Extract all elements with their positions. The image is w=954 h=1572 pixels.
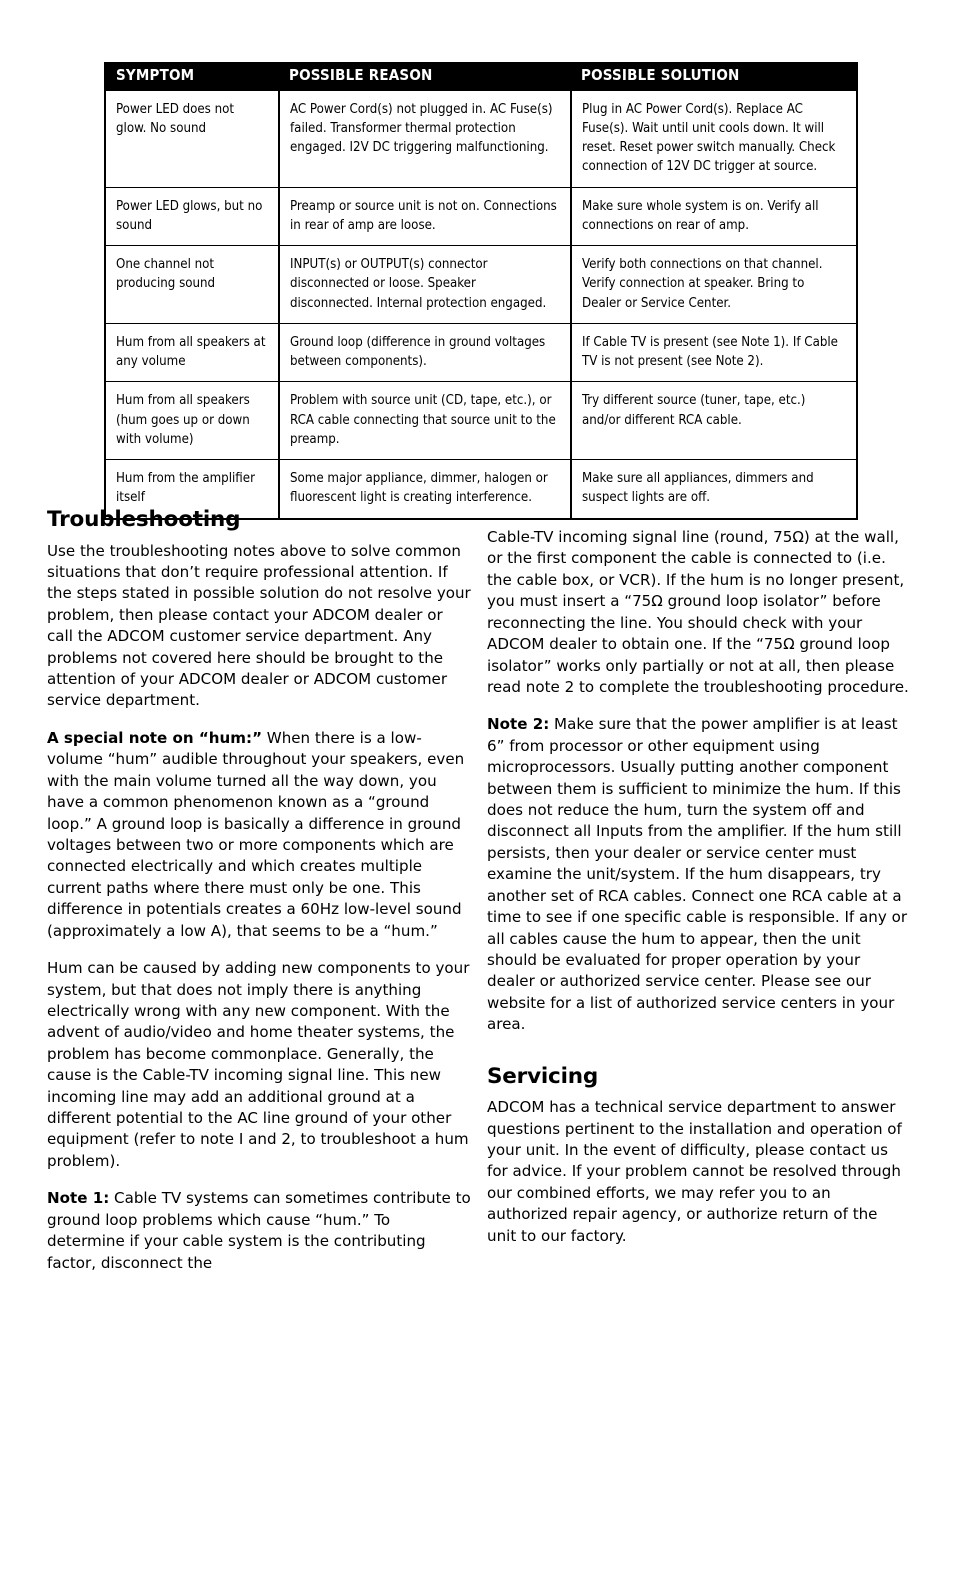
- cell-symptom: Hum from all speakers at any volume: [105, 322, 280, 383]
- table-header-row: SYMPTOM POSSIBLE REASON POSSIBLE SOLUTIO…: [105, 60, 857, 91]
- cell-solution: Try different source (tuner, tape, etc.)…: [570, 381, 857, 461]
- troubleshooting-intro-paragraph: Use the troubleshooting notes above to s…: [47, 541, 471, 710]
- cell-symptom: Power LED glows, but no sound: [105, 186, 280, 247]
- column-header-possible-solution: POSSIBLE SOLUTION: [571, 60, 857, 91]
- cell-solution: Plug in AC Power Cord(s). Replace AC Fus…: [570, 90, 857, 188]
- document-page: SYMPTOM POSSIBLE REASON POSSIBLE SOLUTIO…: [0, 0, 954, 1572]
- note-2-paragraph: Note 2: Make sure that the power amplifi…: [487, 714, 911, 1035]
- cell-reason: Problem with source unit (CD, tape, etc.…: [278, 381, 572, 461]
- cell-reason: AC Power Cord(s) not plugged in. AC Fuse…: [278, 90, 572, 188]
- table-row: Hum from all speakers (hum goes up or do…: [105, 381, 857, 461]
- table-row: Power LED glows, but no sound Preamp or …: [105, 186, 857, 247]
- cell-reason: INPUT(s) or OUTPUT(s) connector disconne…: [278, 245, 572, 324]
- servicing-paragraph: ADCOM has a technical service department…: [487, 1098, 902, 1245]
- note-1-continued-paragraph: Cable-TV incoming signal line (round, 75…: [487, 528, 909, 696]
- cell-symptom: One channel not producing sound: [105, 245, 280, 324]
- table-row: Power LED does not glow. No sound AC Pow…: [105, 90, 857, 188]
- cell-reason: Ground loop (difference in ground voltag…: [278, 322, 572, 383]
- table-row: Hum from all speakers at any volume Grou…: [105, 322, 857, 383]
- cell-solution: Make sure whole system is on. Verify all…: [570, 186, 857, 247]
- note-1-paragraph: Note 1: Cable TV systems can sometimes c…: [47, 1188, 471, 1274]
- note-2-lead: Note 2:: [487, 715, 550, 734]
- hum-note-lead: A special note on “hum:”: [47, 728, 262, 747]
- hum-note-body: When there is a low-volume “hum” audible…: [47, 728, 465, 940]
- servicing-heading: Servicing: [487, 1063, 599, 1089]
- table-header: SYMPTOM POSSIBLE REASON POSSIBLE SOLUTIO…: [105, 60, 857, 91]
- right-text-column: Cable-TV incoming signal line (round, 75…: [487, 527, 911, 1247]
- cell-symptom: Hum from all speakers (hum goes up or do…: [105, 381, 280, 461]
- troubleshooting-heading: Troubleshooting: [47, 507, 241, 532]
- troubleshooting-table: SYMPTOM POSSIBLE REASON POSSIBLE SOLUTIO…: [104, 60, 858, 520]
- cell-symptom: Power LED does not glow. No sound: [105, 90, 280, 188]
- note-1-lead: Note 1:: [47, 1189, 110, 1208]
- note-1-body: Cable TV systems can sometimes contribut…: [47, 1189, 471, 1272]
- table-row: One channel not producing sound INPUT(s)…: [105, 245, 857, 324]
- left-text-column: Troubleshooting Use the troubleshooting …: [47, 505, 471, 1274]
- cell-solution: If Cable TV is present (see Note 1). If …: [570, 322, 857, 383]
- table-body: Power LED does not glow. No sound AC Pow…: [105, 90, 857, 519]
- column-header-symptom: SYMPTOM: [105, 60, 279, 91]
- cell-solution: Verify both connections on that channel.…: [570, 245, 857, 324]
- cell-solution: Make sure all appliances, dimmers and su…: [570, 459, 857, 519]
- hum-causes-paragraph: Hum can be caused by adding new componen…: [47, 959, 470, 1170]
- note-2-body: Make sure that the power amplifier is at…: [487, 715, 908, 1034]
- column-header-possible-reason: POSSIBLE REASON: [279, 60, 571, 91]
- hum-note-paragraph: A special note on “hum:” When there is a…: [47, 728, 471, 942]
- cell-reason: Preamp or source unit is not on. Connect…: [278, 186, 572, 247]
